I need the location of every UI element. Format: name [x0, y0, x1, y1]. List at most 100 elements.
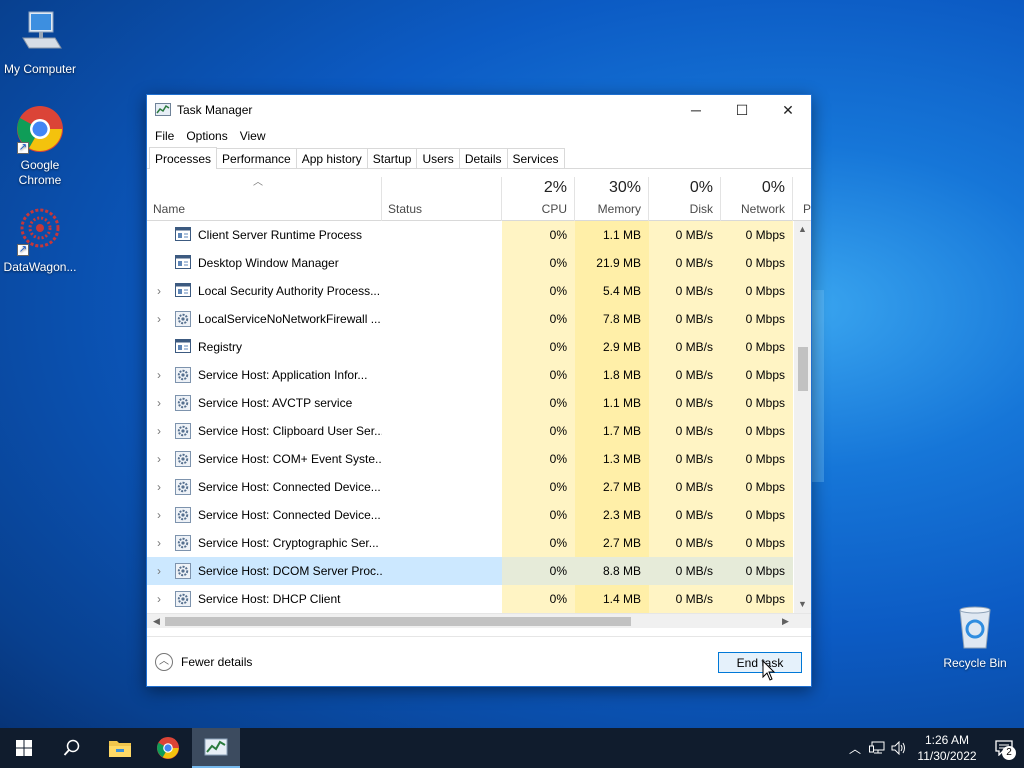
- tab-startup[interactable]: Startup: [366, 148, 418, 168]
- scroll-right-icon[interactable]: ▶: [778, 614, 793, 629]
- process-status: [382, 557, 502, 585]
- column-header-cpu[interactable]: 2% CPU: [502, 169, 575, 221]
- vertical-scrollbar[interactable]: ▲ ▼: [794, 221, 811, 613]
- scroll-up-icon[interactable]: ▲: [794, 221, 811, 238]
- table-row[interactable]: Registry 0% 2.9 MB 0 MB/s 0 Mbps: [147, 333, 793, 361]
- table-row[interactable]: Service Host: Connected Device... › 0% 2.3 …: [147, 501, 793, 529]
- network-value: 0 Mbps: [721, 445, 793, 473]
- clock-date: 11/30/2022: [917, 749, 977, 763]
- show-hidden-icons-button[interactable]: ︿: [844, 728, 866, 768]
- column-header-disk[interactable]: 0% Disk: [649, 169, 721, 221]
- fewer-details-button[interactable]: ︿ Fewer details: [155, 653, 252, 671]
- expand-chevron-icon[interactable]: ›: [147, 389, 171, 417]
- expand-chevron-icon[interactable]: ›: [147, 529, 171, 557]
- tab-processes[interactable]: Processes: [149, 147, 218, 169]
- tab-details[interactable]: Details: [458, 148, 508, 168]
- tab-users[interactable]: Users: [416, 148, 460, 168]
- desktop-icon-datawagon[interactable]: ↗ DataWagon...: [0, 206, 80, 275]
- task-manager-taskbar-button[interactable]: [192, 728, 240, 768]
- menu-view[interactable]: View: [234, 129, 272, 143]
- expand-chevron-icon[interactable]: ›: [147, 557, 171, 585]
- desktop-icon-google-chrome[interactable]: ↗ Google Chrome: [0, 104, 80, 188]
- table-row[interactable]: Service Host: Cryptographic Ser... › 0% 2.7…: [147, 529, 793, 557]
- gear-icon: [175, 445, 193, 473]
- network-value: 0 Mbps: [721, 529, 793, 557]
- expand-chevron-icon[interactable]: [147, 221, 171, 249]
- process-status: [382, 501, 502, 529]
- desktop-icon-recycle-bin[interactable]: Recycle Bin: [935, 602, 1015, 671]
- column-header-network[interactable]: 0% Network: [721, 169, 793, 221]
- title-bar[interactable]: Task Manager ─ ☐ ✕: [147, 95, 811, 125]
- table-row[interactable]: Service Host: Connected Device... › 0% 2.7 …: [147, 473, 793, 501]
- column-header-name[interactable]: ︿ Name: [147, 169, 382, 221]
- tab-app-history[interactable]: App history: [295, 148, 368, 168]
- start-button[interactable]: [0, 728, 48, 768]
- column-header-memory[interactable]: 30% Memory: [575, 169, 649, 221]
- table-row[interactable]: Desktop Window Manager 0% 21.9 MB 0 MB/s 0 M…: [147, 249, 793, 277]
- process-status: [382, 221, 502, 249]
- chrome-taskbar-button[interactable]: [144, 728, 192, 768]
- menu-file[interactable]: File: [149, 129, 180, 143]
- scroll-thumb[interactable]: [798, 347, 808, 391]
- tab-performance[interactable]: Performance: [216, 148, 297, 168]
- clock-time: 1:26 AM: [924, 733, 970, 747]
- network-value: 0 Mbps: [721, 277, 793, 305]
- desktop-icon-label: My Computer: [3, 62, 77, 76]
- maximize-button[interactable]: ☐: [719, 95, 765, 125]
- expand-chevron-icon[interactable]: ›: [147, 277, 171, 305]
- desktop-icon-my-computer[interactable]: My Computer: [0, 8, 80, 77]
- system-tray: ︿ 1:26 AM 11/30/2022 2: [844, 728, 1024, 768]
- mouse-cursor-icon: [762, 660, 776, 681]
- minimize-button[interactable]: ─: [673, 95, 719, 125]
- expand-chevron-icon[interactable]: [147, 249, 171, 277]
- scroll-left-icon[interactable]: ◀: [149, 614, 164, 629]
- column-label: Memory: [597, 202, 641, 216]
- clock[interactable]: 1:26 AM 11/30/2022: [910, 732, 984, 764]
- table-row[interactable]: Service Host: DCOM Server Proc... › 0% 8.8 …: [147, 557, 793, 585]
- column-label: Status: [388, 202, 423, 216]
- table-header: ︿ Name Status 2% CPU 30% Memory 0% Disk …: [147, 169, 811, 221]
- disk-value: 0 MB/s: [649, 277, 721, 305]
- disk-value: 0 MB/s: [649, 557, 721, 585]
- table-row[interactable]: Service Host: Application Infor... › 0% 1.8…: [147, 361, 793, 389]
- disk-value: 0 MB/s: [649, 585, 721, 613]
- expand-chevron-icon[interactable]: ›: [147, 417, 171, 445]
- expand-chevron-icon[interactable]: [147, 333, 171, 361]
- tab-bar: Processes Performance App history Startu…: [147, 147, 811, 169]
- column-header-power[interactable]: P: [793, 169, 811, 221]
- close-button[interactable]: ✕: [765, 95, 811, 125]
- window-icon: [175, 277, 193, 305]
- column-header-status[interactable]: Status: [382, 169, 502, 221]
- table-row[interactable]: Service Host: DHCP Client › 0% 1.4 MB 0 MB/s…: [147, 585, 793, 613]
- table-row[interactable]: Client Server Runtime Process 0% 1.1 MB 0 M…: [147, 221, 793, 249]
- expand-chevron-icon[interactable]: ›: [147, 501, 171, 529]
- expand-chevron-icon[interactable]: ›: [147, 473, 171, 501]
- expand-chevron-icon[interactable]: ›: [147, 585, 171, 613]
- shortcut-arrow-icon: ↗: [17, 142, 29, 154]
- file-explorer-button[interactable]: [96, 728, 144, 768]
- table-row[interactable]: Service Host: COM+ Event Syste... › 0% 1.3 …: [147, 445, 793, 473]
- table-row[interactable]: Service Host: AVCTP service › 0% 1.1 MB 0 MB…: [147, 389, 793, 417]
- expand-chevron-icon[interactable]: ›: [147, 305, 171, 333]
- cpu-value: 0%: [502, 501, 575, 529]
- horizontal-scrollbar[interactable]: ◀ ▶: [147, 613, 811, 628]
- window-icon: [175, 221, 193, 249]
- action-center-button[interactable]: 2: [984, 728, 1024, 768]
- volume-button[interactable]: [888, 728, 910, 768]
- menu-options[interactable]: Options: [180, 129, 233, 143]
- scroll-down-icon[interactable]: ▼: [794, 596, 811, 613]
- desktop-icon-label: DataWagon...: [3, 260, 77, 274]
- scroll-thumb[interactable]: [165, 617, 631, 626]
- process-status: [382, 445, 502, 473]
- table-row[interactable]: Service Host: Clipboard User Ser... › 0% 1.…: [147, 417, 793, 445]
- expand-chevron-icon[interactable]: ›: [147, 361, 171, 389]
- table-row[interactable]: Local Security Authority Process... › 0% 5.…: [147, 277, 793, 305]
- tab-services[interactable]: Services: [506, 148, 565, 168]
- network-button[interactable]: [866, 728, 888, 768]
- end-task-button[interactable]: End task: [718, 652, 802, 673]
- window-title: Task Manager: [177, 103, 253, 117]
- memory-value: 1.3 MB: [575, 445, 649, 473]
- table-row[interactable]: LocalServiceNoNetworkFirewall ... › 0% 7.8 …: [147, 305, 793, 333]
- expand-chevron-icon[interactable]: ›: [147, 445, 171, 473]
- search-button[interactable]: [48, 728, 96, 768]
